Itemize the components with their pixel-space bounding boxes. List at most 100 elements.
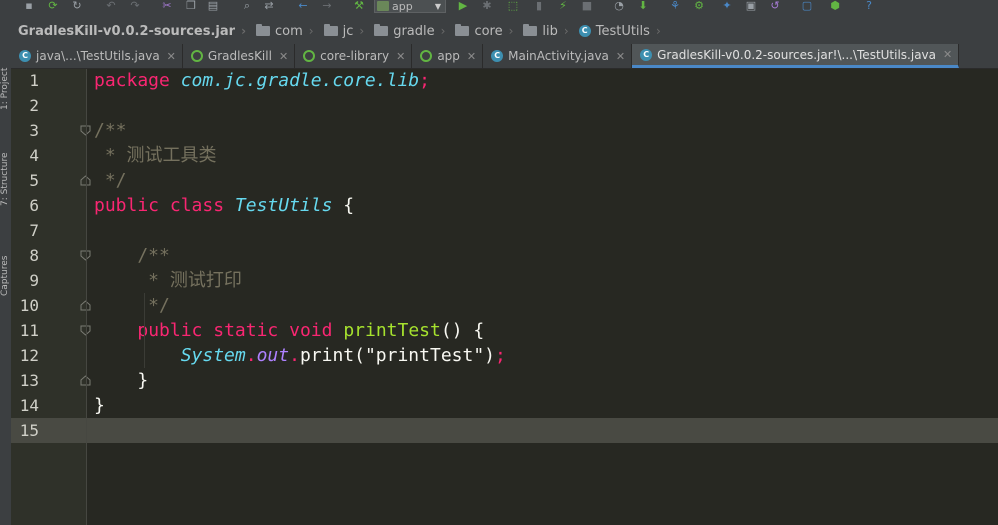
close-icon[interactable]: ✕ — [167, 50, 176, 63]
revert-icon[interactable]: ↺ — [768, 0, 782, 12]
line-number[interactable]: 9 — [11, 268, 39, 293]
monitor-icon[interactable]: ▣ — [744, 0, 758, 12]
code-text[interactable]: public class TestUtils { — [94, 193, 354, 218]
breadcrumb-lib-label: lib — [542, 23, 558, 39]
code-text[interactable]: public static void printTest() { — [94, 318, 484, 343]
sync-icon[interactable]: ⟳ — [46, 0, 60, 12]
refresh-icon[interactable]: ↻ — [70, 0, 84, 12]
code-text[interactable]: * 测试工具类 — [94, 143, 217, 168]
forward-icon[interactable]: → — [320, 0, 334, 12]
tab-label: MainActivity.java — [508, 49, 609, 63]
main-toolbar: ▪ ⟳ ↻ ↶ ↷ ✂ ❐ ▤ ⌕ ⇄ ← → ⚒ app ▼ ▶ ✱ ⬚ ▮ … — [0, 0, 998, 18]
line-number[interactable]: 7 — [11, 218, 39, 243]
code-token: class — [169, 195, 225, 216]
code-text[interactable]: } — [94, 368, 148, 393]
build-icon[interactable]: ⚒ — [352, 0, 366, 12]
line-number[interactable]: 4 — [11, 143, 39, 168]
breadcrumb-jc[interactable]: jc › — [318, 24, 369, 39]
tab-gradleskill[interactable]: GradlesKill ✕ — [183, 44, 296, 68]
code-editor[interactable] — [87, 69, 998, 525]
save-icon[interactable]: ▪ — [22, 0, 36, 12]
code-text[interactable]: System.out.print("printTest"); — [94, 343, 506, 368]
profile-icon[interactable]: ▮ — [532, 0, 546, 12]
line-number[interactable]: 10 — [11, 293, 39, 318]
breadcrumb-testutils-label: TestUtils — [595, 23, 650, 39]
cut-icon[interactable]: ✂ — [160, 0, 174, 12]
code-text[interactable]: */ — [94, 168, 127, 193]
code-line[interactable] — [11, 418, 998, 443]
copy-icon[interactable]: ❐ — [184, 0, 198, 12]
tab-mainactivity[interactable]: C MainActivity.java ✕ — [483, 44, 633, 68]
close-icon[interactable]: ✕ — [396, 50, 405, 63]
chevron-right-icon: › — [508, 24, 514, 38]
code-token: { — [332, 195, 355, 216]
plugin-icon[interactable]: ⬢ — [828, 0, 842, 12]
structure-icon[interactable]: ⚙ — [692, 0, 706, 12]
run-icon[interactable]: ▶ — [456, 0, 470, 12]
code-text[interactable]: */ — [94, 293, 170, 318]
tab-jar-testutils[interactable]: C GradlesKill-v0.0.2-sources.jar!\...\Te… — [632, 44, 960, 68]
line-number[interactable]: 2 — [11, 93, 39, 118]
breadcrumb-gradle[interactable]: gradle › — [368, 24, 449, 39]
code-token: void — [289, 320, 333, 341]
close-icon[interactable]: ✕ — [943, 48, 952, 61]
breadcrumb-jar[interactable]: GradlesKill-v0.0.2-sources.jar › — [0, 24, 250, 39]
android-icon — [377, 1, 389, 11]
close-icon[interactable]: ✕ — [467, 50, 476, 63]
captures-panel-button[interactable]: Captures — [0, 236, 11, 296]
run-config-select[interactable]: app ▼ — [374, 0, 446, 13]
breadcrumb-core-label: core — [474, 23, 503, 39]
code-token: } — [94, 370, 149, 391]
code-token: ; — [419, 70, 430, 91]
code-text[interactable]: /** — [94, 243, 170, 268]
code-token: print("printTest") — [299, 345, 496, 366]
paste-icon[interactable]: ▤ — [206, 0, 220, 12]
line-number[interactable]: 13 — [11, 368, 39, 393]
line-number[interactable]: 3 — [11, 118, 39, 143]
project-panel-button[interactable]: 1: Project — [0, 50, 11, 110]
line-number[interactable]: 12 — [11, 343, 39, 368]
code-text[interactable]: package com.jc.gradle.core.lib; — [94, 68, 430, 93]
line-number[interactable]: 11 — [11, 318, 39, 343]
code-text[interactable]: /** — [94, 118, 127, 143]
line-number[interactable]: 6 — [11, 193, 39, 218]
debug-icon[interactable]: ✱ — [480, 0, 494, 12]
close-icon[interactable]: ✕ — [279, 50, 288, 63]
line-number[interactable]: 8 — [11, 243, 39, 268]
attach-icon[interactable]: ⬚ — [506, 0, 520, 12]
breadcrumb-core[interactable]: core › — [449, 24, 517, 39]
sdk-icon[interactable]: ⬇ — [636, 0, 650, 12]
device-icon[interactable]: ▢ — [800, 0, 814, 12]
code-text[interactable]: * 测试打印 — [94, 268, 242, 293]
layout-inspector-icon[interactable]: ✦ — [720, 0, 734, 12]
line-number[interactable]: 14 — [11, 393, 39, 418]
breadcrumb-testutils[interactable]: C TestUtils › — [573, 24, 665, 39]
undo-icon[interactable]: ↶ — [104, 0, 118, 12]
tab-core-library[interactable]: core-library ✕ — [295, 44, 413, 68]
code-token: */ — [94, 170, 127, 191]
tab-java-testutils[interactable]: C java\...\TestUtils.java ✕ — [11, 44, 183, 68]
line-number[interactable]: 15 — [11, 418, 39, 443]
avd-icon[interactable]: ◔ — [612, 0, 626, 12]
replace-icon[interactable]: ⇄ — [262, 0, 276, 12]
back-icon[interactable]: ← — [296, 0, 310, 12]
code-token: public — [94, 195, 160, 216]
tab-app[interactable]: app ✕ — [412, 44, 484, 68]
chevron-right-icon: › — [241, 24, 247, 38]
line-number[interactable]: 5 — [11, 168, 39, 193]
find-icon[interactable]: ⌕ — [240, 0, 254, 12]
sync-gradle-icon[interactable]: ⚘ — [668, 0, 682, 12]
code-text[interactable]: } — [94, 393, 105, 418]
stop-icon[interactable]: ■ — [580, 0, 594, 12]
line-number[interactable]: 1 — [11, 68, 39, 93]
structure-panel-button[interactable]: 7: Structure — [0, 136, 11, 207]
redo-icon[interactable]: ↷ — [128, 0, 142, 12]
apply-changes-icon[interactable]: ⚡ — [556, 0, 570, 12]
breadcrumb-lib[interactable]: lib › — [517, 24, 572, 39]
breadcrumb-com[interactable]: com › — [250, 24, 318, 39]
help-icon[interactable]: ? — [862, 0, 876, 12]
close-icon[interactable]: ✕ — [616, 50, 625, 63]
